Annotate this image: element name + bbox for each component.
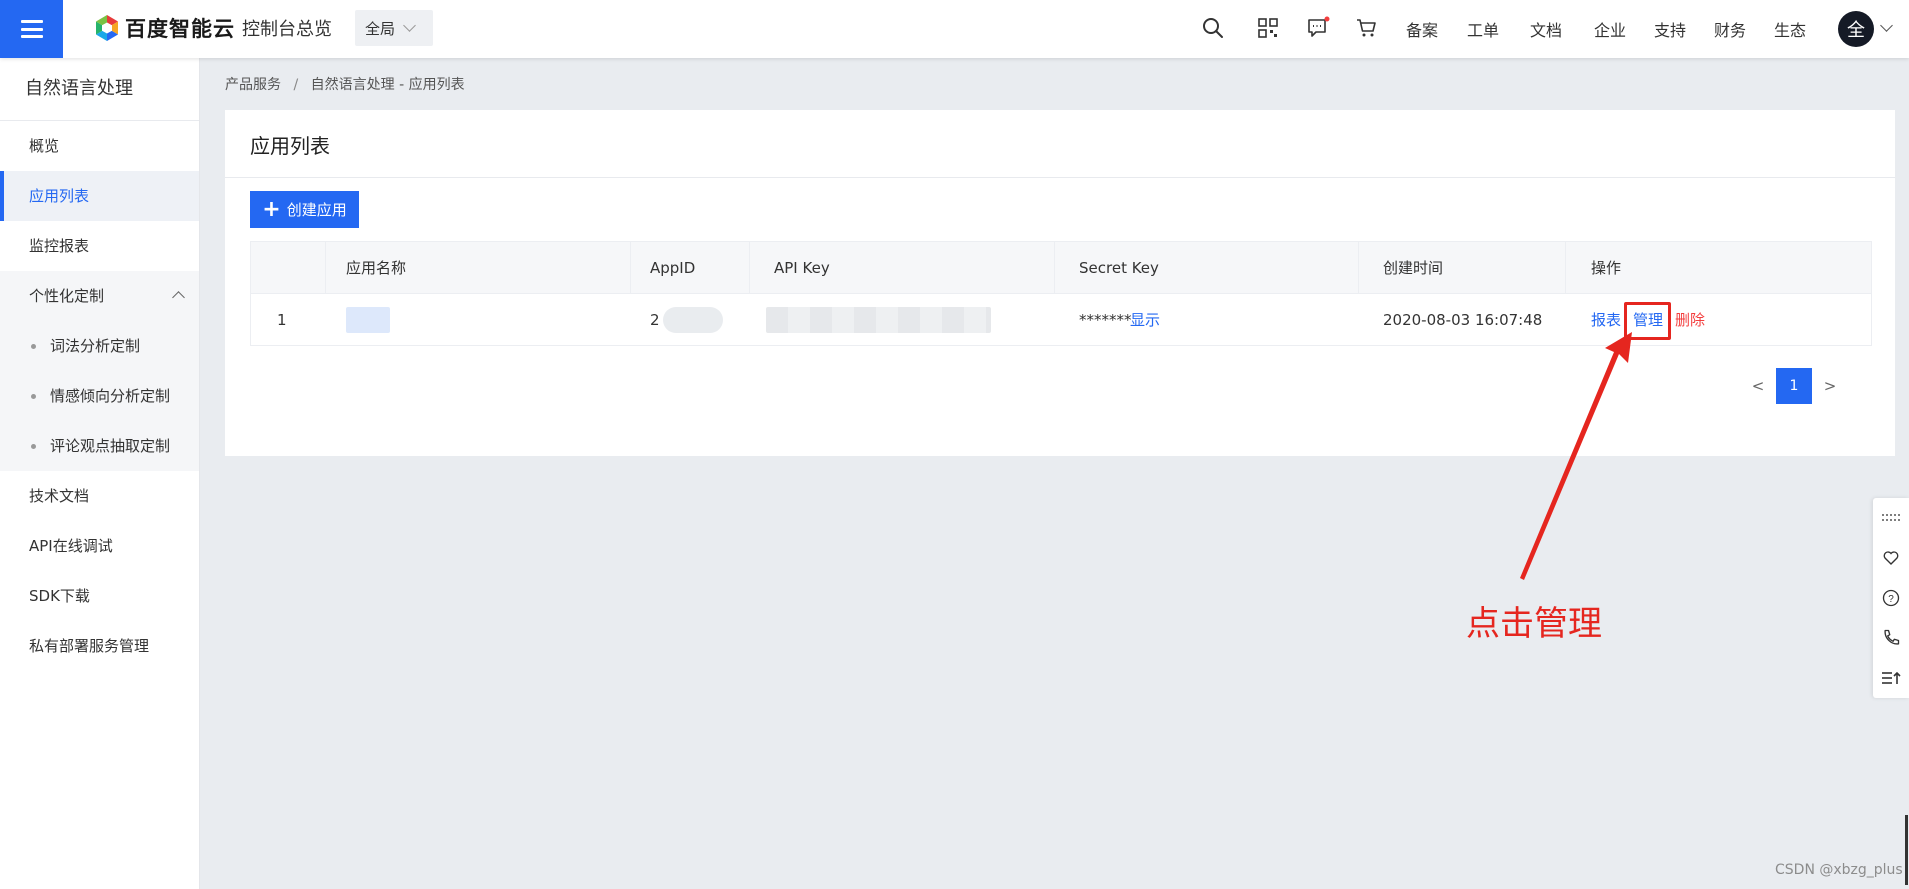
app-name-redacted[interactable] — [346, 307, 390, 333]
sidebar-subitem-lexical[interactable]: 词法分析定制 — [0, 321, 199, 371]
message-icon[interactable] — [1306, 16, 1330, 40]
nav-ecosystem[interactable]: 生态 — [1774, 17, 1806, 41]
heart-icon[interactable] — [1873, 538, 1909, 578]
phone-icon[interactable] — [1873, 618, 1909, 658]
sidebar-group-customization: 个性化定制 词法分析定制 情感倾向分析定制 评论观点抽取定制 — [0, 271, 199, 471]
report-link[interactable]: 报表 — [1591, 294, 1621, 345]
column-header-created: 创建时间 — [1383, 259, 1444, 277]
chevron-down-icon[interactable] — [1880, 19, 1893, 32]
breadcrumb-separator: / — [293, 77, 299, 93]
nav-filing[interactable]: 备案 — [1406, 17, 1438, 41]
breadcrumb-current: 自然语言处理 - 应用列表 — [310, 77, 465, 93]
svg-text:?: ? — [1888, 594, 1894, 605]
create-app-label: 创建应用 — [286, 201, 347, 219]
help-icon[interactable]: ? — [1873, 578, 1909, 618]
qrcode-icon[interactable] — [1256, 16, 1280, 40]
cloud-logo-icon — [96, 15, 118, 41]
sidebar-title: 自然语言处理 — [0, 58, 199, 121]
annotation-highlight-box — [1624, 302, 1671, 340]
list-top-icon[interactable] — [1873, 658, 1909, 698]
search-icon[interactable] — [1201, 16, 1225, 40]
row-index: 1 — [277, 310, 287, 329]
annotation-text: 点击管理 — [1466, 604, 1602, 644]
bullet-icon — [31, 444, 36, 449]
brand-name: 百度智能云 — [125, 17, 235, 41]
sidebar-subitem-opinion[interactable]: 评论观点抽取定制 — [0, 421, 199, 471]
nav-enterprise[interactable]: 企业 — [1594, 17, 1626, 41]
bullet-icon — [31, 344, 36, 349]
table-header: 应用名称 AppID API Key Secret Key 创建时间 操作 — [251, 242, 1871, 294]
app-id-value: 2 — [650, 310, 660, 329]
cart-icon[interactable] — [1355, 16, 1379, 40]
breadcrumb-parent[interactable]: 产品服务 — [225, 77, 281, 93]
drag-handle-icon[interactable] — [1873, 498, 1909, 538]
menu-button[interactable] — [0, 0, 63, 58]
app-id-redacted — [663, 307, 723, 333]
nav-docs[interactable]: 文档 — [1530, 17, 1562, 41]
chevron-down-icon — [403, 19, 416, 32]
sidebar-item-tech-docs[interactable]: 技术文档 — [0, 471, 199, 521]
sidebar-item-monitor-report[interactable]: 监控报表 — [0, 221, 199, 271]
created-time: 2020-08-03 16:07:48 — [1383, 310, 1543, 329]
api-key-redacted — [766, 307, 991, 333]
sidebar-item-label: 个性化定制 — [29, 287, 105, 305]
pagination: < 1 > — [1740, 368, 1848, 404]
bullet-icon — [31, 394, 36, 399]
watermark: CSDN @xbzg_plus — [1775, 862, 1903, 878]
nav-finance[interactable]: 财务 — [1714, 17, 1746, 41]
hamburger-icon — [20, 20, 43, 38]
console-overview-link[interactable]: 控制台总览 — [242, 15, 332, 41]
brand-logo[interactable]: 百度智能云 — [94, 13, 235, 43]
create-app-button[interactable]: + 创建应用 — [250, 191, 359, 228]
column-header-actions: 操作 — [1591, 259, 1622, 277]
sidebar: 自然语言处理 概览 应用列表 监控报表 个性化定制 词法分析定制 情感倾向分析定… — [0, 58, 200, 889]
show-secret-link[interactable]: 显示 — [1130, 294, 1160, 345]
breadcrumb: 产品服务 / 自然语言处理 - 应用列表 — [225, 74, 465, 94]
column-header-appid: AppID — [650, 258, 696, 277]
chevron-up-icon — [172, 291, 185, 304]
nav-ticket[interactable]: 工单 — [1467, 17, 1499, 41]
app-list-card: 应用列表 + 创建应用 应用名称 AppID API Key Secret Ke… — [225, 110, 1895, 456]
sidebar-item-sdk-download[interactable]: SDK下载 — [0, 571, 199, 621]
nav-support[interactable]: 支持 — [1654, 17, 1686, 41]
sidebar-item-overview[interactable]: 概览 — [0, 121, 199, 171]
column-header-secret-key: Secret Key — [1079, 258, 1159, 277]
plus-icon: + — [262, 196, 281, 222]
sidebar-subitem-label: 评论观点抽取定制 — [50, 437, 171, 455]
divider — [225, 177, 1895, 178]
floating-toolbar: ? — [1873, 498, 1909, 698]
sidebar-subitem-label: 情感倾向分析定制 — [50, 387, 171, 405]
sidebar-item-customization[interactable]: 个性化定制 — [0, 271, 199, 321]
sidebar-subitem-sentiment[interactable]: 情感倾向分析定制 — [0, 371, 199, 421]
page-title: 应用列表 — [250, 134, 330, 158]
top-navigation-bar: 百度智能云 控制台总览 全局 备案 工单 文档 企业 支持 财务 生态 全 — [0, 0, 1909, 58]
prev-page-button[interactable]: < — [1740, 377, 1776, 395]
delete-link[interactable]: 删除 — [1675, 294, 1705, 345]
region-selector[interactable]: 全局 — [355, 10, 433, 46]
page-1-button[interactable]: 1 — [1776, 368, 1812, 404]
region-label: 全局 — [365, 19, 396, 38]
sidebar-subitem-label: 词法分析定制 — [50, 337, 141, 355]
next-page-button[interactable]: > — [1812, 377, 1848, 395]
user-avatar[interactable]: 全 — [1838, 11, 1874, 47]
sidebar-item-api-debug[interactable]: API在线调试 — [0, 521, 199, 571]
scrollbar-thumb[interactable] — [1905, 815, 1908, 885]
column-header-api-key: API Key — [774, 258, 830, 277]
column-header-name: 应用名称 — [346, 259, 407, 277]
secret-key-masked: ******* — [1079, 310, 1132, 329]
sidebar-item-app-list[interactable]: 应用列表 — [0, 171, 199, 221]
sidebar-item-private-deploy[interactable]: 私有部署服务管理 — [0, 621, 199, 671]
